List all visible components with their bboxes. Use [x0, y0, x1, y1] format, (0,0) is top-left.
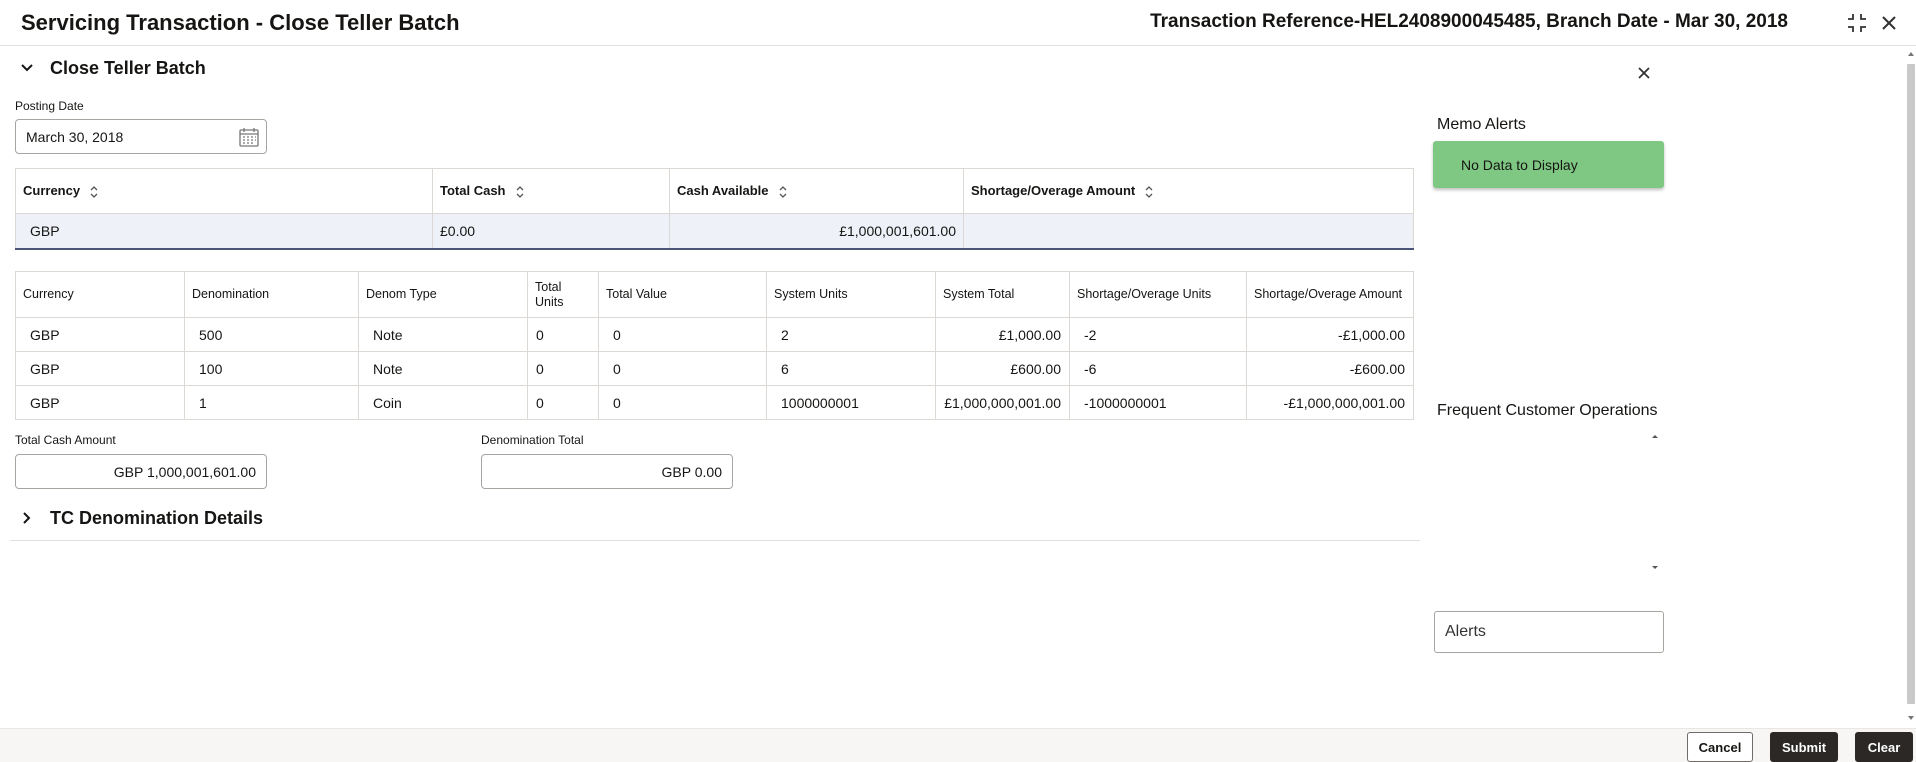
- column-header-currency[interactable]: Currency: [15, 168, 433, 214]
- cell-shortage-amount: -£1,000.00: [1246, 317, 1414, 352]
- close-panel-icon[interactable]: [1631, 60, 1657, 86]
- sort-icon[interactable]: [514, 185, 526, 199]
- column-header-denomination: Denomination: [184, 271, 359, 318]
- scrollbar-down-arrow-icon[interactable]: [1907, 714, 1915, 722]
- table-row[interactable]: GBP £0.00 £1,000,001,601.00: [15, 213, 1414, 250]
- column-header-system-total: System Total: [935, 271, 1070, 318]
- cell-denom-type: Note: [358, 317, 528, 352]
- cell-total-value: 0: [598, 385, 767, 420]
- cell-system-units: 6: [766, 351, 936, 386]
- close-window-icon[interactable]: [1876, 10, 1902, 36]
- minimize-icon[interactable]: [1844, 10, 1870, 36]
- table-row[interactable]: GBP 100 Note 0 0 6 £600.00 -6 -£600.00: [15, 351, 1414, 386]
- header: Servicing Transaction - Close Teller Bat…: [0, 0, 1916, 46]
- cell-denomination: 1: [184, 385, 359, 420]
- chevron-down-icon: [16, 57, 38, 79]
- posting-date-value: March 30, 2018: [26, 128, 124, 145]
- column-header-system-units: System Units: [766, 271, 936, 318]
- column-header-currency: Currency: [15, 271, 185, 318]
- tc-section-title: TC Denomination Details: [50, 507, 264, 528]
- cell-shortage-units: -1000000001: [1069, 385, 1247, 420]
- clear-button[interactable]: Clear: [1855, 732, 1913, 762]
- close-teller-batch-header[interactable]: Close Teller Batch: [16, 57, 206, 79]
- cell-system-units: 1000000001: [766, 385, 936, 420]
- posting-date-label: Posting Date: [15, 99, 84, 113]
- total-cash-amount-field[interactable]: GBP 1,000,001,601.00: [15, 454, 267, 489]
- column-header-total-value: Total Value: [598, 271, 767, 318]
- cell-total-units[interactable]: 0: [527, 351, 599, 386]
- cell-shortage-units: -2: [1069, 317, 1247, 352]
- cell-denom-type: Coin: [358, 385, 528, 420]
- footer-bar: [0, 728, 1916, 762]
- frequent-operations-title: Frequent Customer Operations: [1437, 402, 1658, 419]
- transaction-reference: Transaction Reference-HEL2408900045485, …: [1150, 11, 1788, 32]
- cell-system-total: £1,000.00: [935, 317, 1070, 352]
- memo-empty-text: No Data to Display: [1461, 156, 1578, 173]
- cancel-button[interactable]: Cancel: [1687, 732, 1753, 762]
- cell-currency: GBP: [15, 213, 433, 250]
- cell-total-value: 0: [598, 351, 767, 386]
- denomination-total-value: GBP 0.00: [661, 463, 722, 480]
- table-row[interactable]: GBP 1 Coin 0 0 1000000001 £1,000,000,001…: [15, 385, 1414, 420]
- column-header-total-cash[interactable]: Total Cash: [432, 168, 670, 214]
- cell-total-value: 0: [598, 317, 767, 352]
- total-cash-amount-label: Total Cash Amount: [15, 433, 116, 447]
- column-header-shortage-amount: Shortage/Overage Amount: [1246, 271, 1414, 318]
- denomination-total-field[interactable]: GBP 0.00: [481, 454, 733, 489]
- cell-currency: GBP: [15, 385, 185, 420]
- page-title: Servicing Transaction - Close Teller Bat…: [21, 10, 460, 35]
- scrollbar-thumb[interactable]: [1907, 64, 1915, 704]
- section-title: Close Teller Batch: [50, 57, 206, 78]
- memo-alerts-empty: No Data to Display: [1433, 141, 1664, 188]
- column-header-denom-type: Denom Type: [358, 271, 528, 318]
- cell-system-units: 2: [766, 317, 936, 352]
- cell-denomination: 100: [184, 351, 359, 386]
- divider: [10, 540, 1420, 541]
- cell-shortage-amount: -£1,000,000,001.00: [1246, 385, 1414, 420]
- cell-currency: GBP: [15, 351, 185, 386]
- sort-icon[interactable]: [1143, 185, 1155, 199]
- cell-total-units[interactable]: 0: [527, 385, 599, 420]
- total-cash-amount-value: GBP 1,000,001,601.00: [113, 463, 256, 480]
- alerts-field[interactable]: Alerts: [1434, 611, 1664, 653]
- denomination-table: Currency Denomination Denom Type Total U…: [15, 271, 1414, 420]
- chevron-right-icon: [16, 507, 38, 529]
- cell-shortage-amount: -£600.00: [1246, 351, 1414, 386]
- column-header-total-units: Total Units: [527, 271, 599, 318]
- alerts-label: Alerts: [1445, 623, 1486, 640]
- cell-system-total: £1,000,000,001.00: [935, 385, 1070, 420]
- cash-summary-table: Currency Total Cash Cash Available Short…: [15, 168, 1414, 250]
- posting-date-field[interactable]: March 30, 2018: [15, 119, 267, 154]
- calendar-icon[interactable]: [238, 126, 260, 148]
- cell-total-cash: £0.00: [432, 213, 670, 250]
- cell-cash-available: £1,000,001,601.00: [669, 213, 964, 250]
- cell-denomination: 500: [184, 317, 359, 352]
- denomination-total-label: Denomination Total: [481, 433, 584, 447]
- memo-alerts-title: Memo Alerts: [1437, 116, 1526, 133]
- cell-system-total: £600.00: [935, 351, 1070, 386]
- cell-total-units[interactable]: 0: [527, 317, 599, 352]
- table-row[interactable]: GBP 500 Note 0 0 2 £1,000.00 -2 -£1,000.…: [15, 317, 1414, 352]
- column-header-shortage-units: Shortage/Overage Units: [1069, 271, 1247, 318]
- column-header-cash-available[interactable]: Cash Available: [669, 168, 964, 214]
- cell-denom-type: Note: [358, 351, 528, 386]
- column-header-shortage-overage[interactable]: Shortage/Overage Amount: [963, 168, 1414, 214]
- vertical-scrollbar[interactable]: [1906, 46, 1916, 726]
- cell-shortage-units: -6: [1069, 351, 1247, 386]
- tc-denomination-header[interactable]: TC Denomination Details: [16, 507, 263, 529]
- cell-currency: GBP: [15, 317, 185, 352]
- sort-icon[interactable]: [88, 185, 100, 199]
- scroll-up-icon[interactable]: [1650, 432, 1660, 440]
- sort-icon[interactable]: [777, 185, 789, 199]
- cell-shortage-overage: [963, 213, 1414, 250]
- scroll-down-icon[interactable]: [1650, 564, 1660, 572]
- submit-button[interactable]: Submit: [1770, 732, 1838, 762]
- scrollbar-up-arrow-icon[interactable]: [1907, 50, 1915, 58]
